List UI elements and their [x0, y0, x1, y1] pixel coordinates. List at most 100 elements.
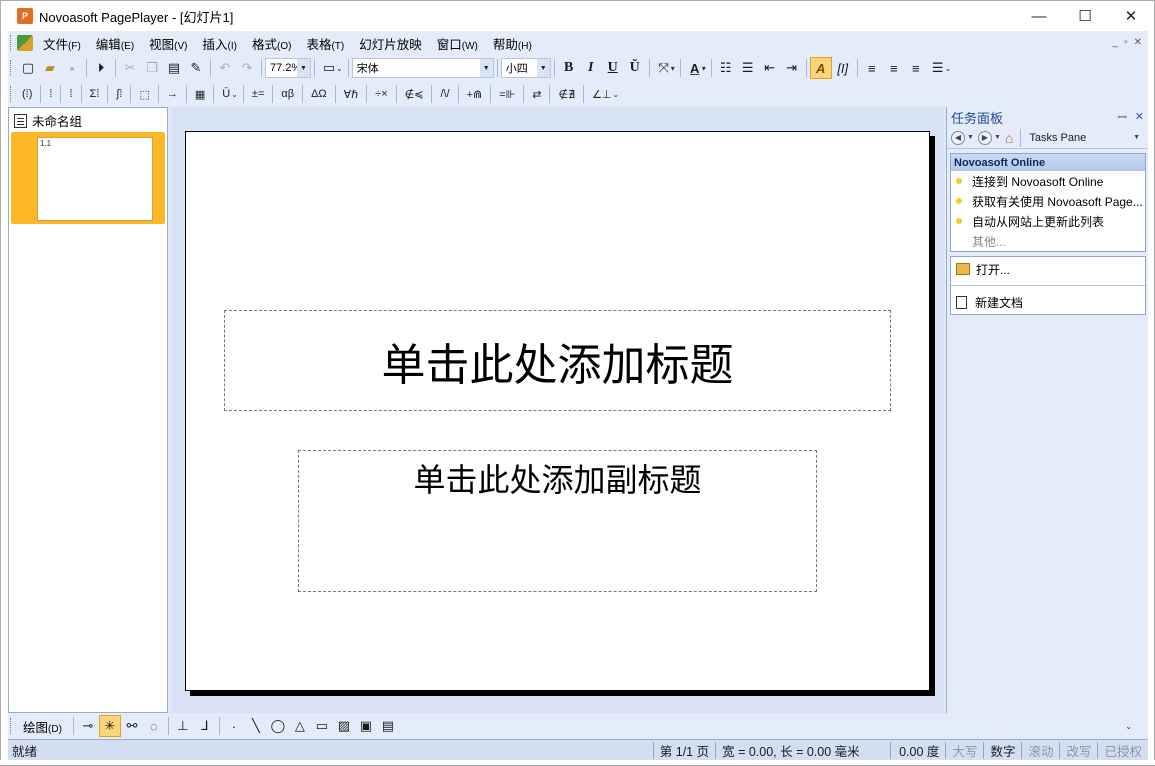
- zoom-select[interactable]: 77.2% ▼: [265, 58, 311, 78]
- increase-indent-icon[interactable]: ⇥: [781, 57, 803, 79]
- sum-template-icon[interactable]: Σ⁞: [85, 88, 105, 100]
- drawing-menu[interactable]: 绘图(D): [23, 717, 62, 736]
- ellipse-icon[interactable]: ◯: [267, 715, 289, 737]
- close-button[interactable]: ✕: [1108, 1, 1154, 31]
- task-pane-selector[interactable]: Tasks Pane: [1029, 132, 1131, 144]
- copy-icon[interactable]: ❐: [141, 57, 163, 79]
- decrease-indent-icon[interactable]: ⇤: [759, 57, 781, 79]
- relations-symbols-icon[interactable]: ±=: [247, 88, 269, 100]
- greek-lower-icon[interactable]: αβ: [276, 88, 299, 100]
- point-icon[interactable]: ·: [223, 715, 245, 737]
- task-pane-selector-dropdown-icon[interactable]: ▼: [1133, 134, 1140, 141]
- rotate-icon[interactable]: ◌: [143, 715, 165, 737]
- toolbar-overflow-icon[interactable]: ⌄: [1125, 722, 1132, 731]
- italic-button[interactable]: I: [580, 57, 602, 79]
- new-document-label[interactable]: 新建文档: [975, 294, 1023, 311]
- redo-icon[interactable]: ↷: [236, 57, 258, 79]
- menu-format[interactable]: 格式(O): [252, 34, 291, 53]
- bullet-list-icon[interactable]: ☰: [737, 57, 759, 79]
- link-usage-help[interactable]: 获取有关使用 Novoasoft Page...: [951, 191, 1145, 211]
- toolbar-grip[interactable]: [10, 35, 13, 51]
- new-document-link[interactable]: 新建文档: [951, 292, 1145, 312]
- arrow-template-icon[interactable]: →: [162, 88, 183, 100]
- task-pane-close-icon[interactable]: ✕: [1135, 110, 1144, 125]
- slide-canvas[interactable]: 单击此处添加标题 单击此处添加副标题: [185, 131, 930, 691]
- pin-object-icon[interactable]: ⊸: [77, 715, 99, 737]
- mdi-minimize-button[interactable]: _: [1113, 37, 1119, 48]
- font-color-dropdown-icon[interactable]: ▾: [702, 64, 706, 73]
- format-painter-icon[interactable]: ✎: [185, 57, 207, 79]
- insert-object-icon[interactable]: ▣: [355, 715, 377, 737]
- undo-icon[interactable]: ↶: [214, 57, 236, 79]
- line-icon[interactable]: ╲: [245, 715, 267, 737]
- link-auto-update[interactable]: 自动从网站上更新此列表: [951, 211, 1145, 231]
- forward-dropdown-icon[interactable]: ▼: [994, 134, 1001, 141]
- play-slideshow-icon[interactable]: ⏵: [90, 57, 112, 79]
- align-center-icon[interactable]: ≡: [883, 57, 905, 79]
- existence-symbols-icon[interactable]: ∉∄: [553, 88, 580, 101]
- toolbar-overflow-icon[interactable]: ⌄: [612, 90, 619, 99]
- connect-nodes-icon[interactable]: ⚯: [121, 715, 143, 737]
- underline-button[interactable]: U: [602, 57, 624, 79]
- minimize-button[interactable]: —: [1016, 1, 1062, 31]
- font-family-select[interactable]: 宋体 ▼: [351, 58, 494, 78]
- link-more[interactable]: 其他...: [951, 231, 1145, 251]
- select-objects-icon[interactable]: ✳: [98, 715, 121, 737]
- toolbar-overflow-icon[interactable]: ⌄: [231, 90, 238, 99]
- fraction-template-icon[interactable]: ⁞: [44, 88, 57, 100]
- slide-group-header[interactable]: 未命名组: [9, 108, 167, 133]
- maximize-button[interactable]: ☐: [1062, 1, 1108, 31]
- text-style-icon[interactable]: A: [809, 57, 832, 79]
- document-menu-icon[interactable]: [17, 35, 33, 51]
- mdi-restore-button[interactable]: ▫: [1124, 37, 1128, 48]
- subtitle-placeholder[interactable]: 单击此处添加副标题: [298, 450, 817, 592]
- link-text[interactable]: 自动从网站上更新此列表: [972, 213, 1104, 230]
- align-right-icon[interactable]: ≡: [905, 57, 927, 79]
- link-text[interactable]: 连接到 Novoasoft Online: [972, 173, 1103, 190]
- slide-thumbnail[interactable]: 1.1: [11, 132, 165, 224]
- triangle-icon[interactable]: △: [289, 715, 311, 737]
- menu-edit[interactable]: 编辑(E): [96, 34, 134, 53]
- numbered-list-icon[interactable]: ☷: [715, 57, 737, 79]
- save-icon[interactable]: ▪: [61, 57, 83, 79]
- title-placeholder[interactable]: 单击此处添加标题: [224, 310, 891, 411]
- toolbar-grip[interactable]: [10, 60, 13, 76]
- fence-template-icon[interactable]: (⁞): [17, 88, 37, 100]
- italic-box-icon[interactable]: [I]: [832, 57, 854, 79]
- equality-symbols-icon[interactable]: =⊪: [494, 88, 520, 101]
- axis-icon[interactable]: ⊥: [172, 715, 194, 737]
- link-connect-online[interactable]: 连接到 Novoasoft Online: [951, 171, 1145, 191]
- font-size-select[interactable]: 小四 ▼: [500, 58, 551, 78]
- insert-textbox-icon[interactable]: ▤: [377, 715, 399, 737]
- menu-window[interactable]: 窗口(W): [437, 34, 478, 53]
- align-left-icon[interactable]: ≡: [861, 57, 883, 79]
- bold-button[interactable]: B: [558, 57, 580, 79]
- open-label[interactable]: 打开...: [976, 261, 1010, 278]
- home-icon[interactable]: ⌂: [1005, 130, 1013, 146]
- operator-symbols-icon[interactable]: ÷×: [370, 88, 392, 100]
- toolbar-grip[interactable]: [10, 718, 13, 734]
- menu-slideshow[interactable]: 幻灯片放映: [359, 34, 422, 53]
- menu-help[interactable]: 帮助(H): [493, 34, 532, 53]
- toolbar-overflow-icon[interactable]: ⌄: [336, 64, 343, 73]
- menu-file[interactable]: 文件(F): [43, 34, 81, 53]
- menu-table[interactable]: 表格(T): [306, 34, 344, 53]
- rectangle-icon[interactable]: ▭: [311, 715, 333, 737]
- logic-symbols-icon[interactable]: ∀ℏ: [339, 88, 364, 101]
- coordinate-icon[interactable]: ⅃: [194, 715, 216, 737]
- set-symbols-icon[interactable]: ∉≼: [400, 88, 429, 101]
- accent-button[interactable]: Ŭ: [624, 57, 646, 79]
- paste-icon[interactable]: ▤: [163, 57, 185, 79]
- insert-picture-icon[interactable]: ▨: [333, 715, 355, 737]
- open-document-link[interactable]: 打开...: [951, 259, 1145, 279]
- arrows-symbols-icon[interactable]: ⇄: [527, 88, 546, 101]
- link-text[interactable]: 获取有关使用 Novoasoft Page...: [972, 193, 1143, 210]
- cut-icon[interactable]: ✂: [119, 57, 141, 79]
- forward-icon[interactable]: ▶: [977, 130, 992, 145]
- menu-insert[interactable]: 插入(I): [203, 34, 237, 53]
- integral-template-icon[interactable]: ∫⁞: [111, 88, 127, 100]
- misc-symbols-icon[interactable]: /\/: [435, 88, 454, 100]
- script-template-icon[interactable]: ⁞: [64, 88, 77, 100]
- box-template-icon[interactable]: ⬚: [134, 88, 154, 101]
- mdi-close-button[interactable]: ✕: [1134, 37, 1142, 48]
